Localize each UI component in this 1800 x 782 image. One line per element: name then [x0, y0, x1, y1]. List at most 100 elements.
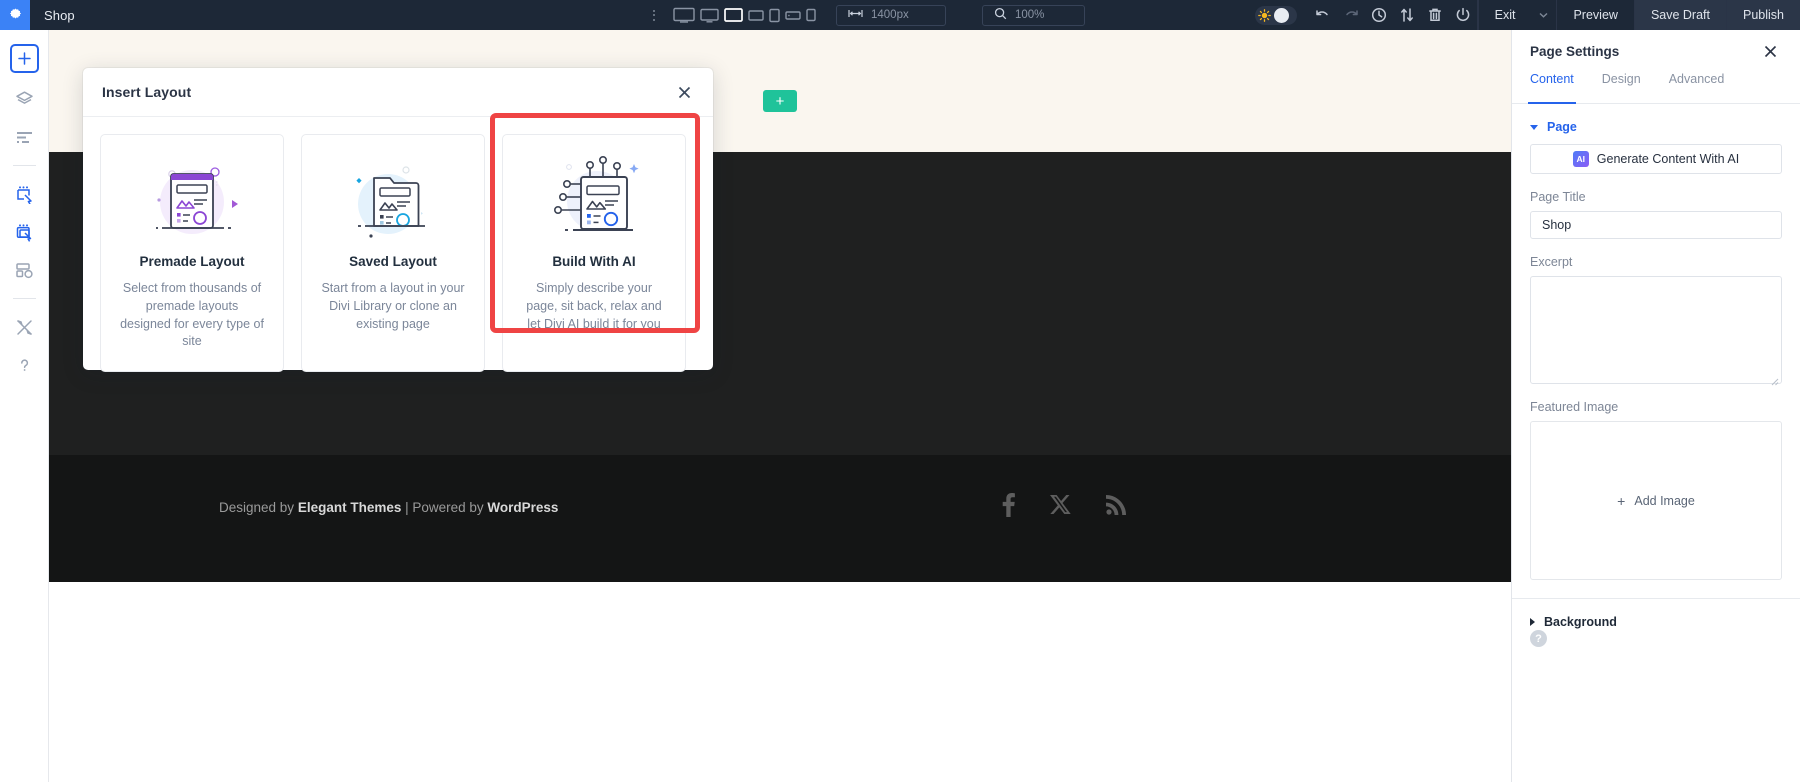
- footer-middle: | Powered by: [401, 500, 487, 515]
- featured-image-label: Featured Image: [1530, 400, 1782, 414]
- rail-item-add[interactable]: [10, 44, 39, 73]
- tab-content[interactable]: Content: [1530, 72, 1574, 103]
- divi-logo-button[interactable]: [0, 0, 30, 30]
- panel-title: Page Settings: [1530, 44, 1619, 59]
- search-icon: [994, 7, 1007, 23]
- x-twitter-icon[interactable]: [1050, 495, 1071, 521]
- light-dark-toggle[interactable]: [1255, 6, 1297, 25]
- panel-tabs: Content Design Advanced: [1512, 72, 1800, 104]
- option-title: Premade Layout: [113, 254, 271, 269]
- close-icon[interactable]: [1762, 43, 1778, 59]
- option-description: Start from a layout in your Divi Library…: [314, 280, 472, 333]
- modal-header: Insert Layout: [83, 68, 713, 117]
- excerpt-textarea[interactable]: [1530, 276, 1782, 384]
- viewport-width-value: 1400px: [871, 9, 909, 21]
- browser-window-purple-icon: [113, 153, 271, 248]
- publish-button[interactable]: Publish: [1726, 0, 1800, 30]
- zoom-value: 100%: [1015, 9, 1044, 21]
- option-description: Simply describe your page, sit back, rel…: [515, 280, 673, 333]
- add-image-label: Add Image: [1634, 494, 1694, 508]
- device-tablet[interactable]: [769, 2, 780, 28]
- footer-brand-wordpress[interactable]: WordPress: [487, 500, 558, 515]
- panel-content: AI Generate Content With AI Page Title S…: [1512, 144, 1800, 580]
- ai-badge-icon: AI: [1573, 151, 1589, 167]
- rail-divider-2: [13, 298, 36, 299]
- rail-item-layers[interactable]: [7, 82, 41, 116]
- rss-icon[interactable]: [1106, 495, 1126, 520]
- top-toolbar: Shop: [0, 0, 1800, 30]
- toggle-knob: [1274, 8, 1289, 23]
- device-laptop[interactable]: [724, 2, 743, 28]
- more-options-icon[interactable]: [645, 10, 663, 21]
- facebook-icon[interactable]: [1002, 493, 1015, 522]
- option-title: Build With AI: [515, 254, 673, 269]
- rail-item-wireframe[interactable]: [7, 253, 41, 287]
- redo-icon[interactable]: [1337, 0, 1365, 30]
- plus-icon: +: [1617, 493, 1625, 509]
- device-tablet-landscape[interactable]: [748, 2, 764, 28]
- exit-button[interactable]: Exit: [1478, 0, 1532, 30]
- section-page-toggle[interactable]: Page: [1512, 104, 1800, 144]
- sun-icon: [1257, 8, 1272, 23]
- device-phone[interactable]: [806, 2, 816, 28]
- power-icon[interactable]: [1449, 0, 1477, 30]
- close-icon[interactable]: [674, 82, 694, 102]
- device-desktop[interactable]: [700, 2, 719, 28]
- add-image-dropzone[interactable]: + Add Image: [1530, 421, 1782, 580]
- insert-layout-modal: Insert Layout: [83, 68, 713, 370]
- generate-content-with-ai-button[interactable]: AI Generate Content With AI: [1530, 144, 1782, 174]
- toolbar-right-group: Exit Preview Save Draft Publish: [1255, 0, 1800, 30]
- folder-blue-icon: [314, 153, 472, 248]
- chevron-down-icon: [1530, 125, 1538, 130]
- toolbar-center-group: 1400px 100%: [645, 2, 1085, 28]
- page-settings-panel: Page Settings Content Design Advanced Pa…: [1511, 30, 1800, 782]
- resize-grip-icon[interactable]: [1771, 373, 1779, 381]
- rail-item-select-element[interactable]: [7, 177, 41, 211]
- panel-header: Page Settings: [1512, 30, 1800, 72]
- rail-item-help[interactable]: [7, 348, 41, 382]
- zoom-field[interactable]: 100%: [982, 5, 1085, 26]
- rail-item-multiselect[interactable]: [7, 215, 41, 249]
- option-build-with-ai[interactable]: Build With AI Simply describe your page,…: [502, 134, 686, 372]
- option-premade-layout[interactable]: Premade Layout Select from thousands of …: [100, 134, 284, 372]
- footer-brand-elegant-themes[interactable]: Elegant Themes: [298, 500, 402, 515]
- trash-icon[interactable]: [1421, 0, 1449, 30]
- excerpt-field-label: Excerpt: [1530, 255, 1782, 269]
- exit-dropdown-button[interactable]: [1531, 0, 1556, 30]
- rail-divider-1: [13, 165, 36, 166]
- tab-advanced[interactable]: Advanced: [1669, 72, 1725, 103]
- footer-social-links: [1002, 493, 1126, 522]
- left-rail: [0, 30, 49, 782]
- section-page-label: Page: [1547, 120, 1577, 134]
- help-icon[interactable]: ?: [1530, 630, 1547, 647]
- width-arrows-icon: [848, 9, 863, 21]
- section-background-label: Background: [1544, 615, 1617, 629]
- option-saved-layout[interactable]: Saved Layout Start from a layout in your…: [301, 134, 485, 372]
- option-description: Select from thousands of premade layouts…: [113, 280, 271, 351]
- sort-icon[interactable]: [1393, 0, 1421, 30]
- device-preview-group: [673, 2, 816, 28]
- viewport-width-field[interactable]: 1400px: [836, 5, 946, 26]
- gear-icon: [8, 6, 23, 24]
- add-section-button[interactable]: +: [763, 90, 797, 112]
- layout-options: Premade Layout Select from thousands of …: [83, 117, 713, 372]
- footer-prefix: Designed by: [219, 500, 298, 515]
- history-icon[interactable]: [1365, 0, 1393, 30]
- modal-title: Insert Layout: [102, 84, 191, 100]
- undo-icon[interactable]: [1309, 0, 1337, 30]
- footer-credit: Designed by Elegant Themes | Powered by …: [219, 500, 558, 515]
- rail-item-list[interactable]: [7, 120, 41, 154]
- device-desktop-wide[interactable]: [673, 2, 695, 28]
- tab-design[interactable]: Design: [1602, 72, 1641, 103]
- save-draft-button[interactable]: Save Draft: [1634, 0, 1726, 30]
- page-title-field-label: Page Title: [1530, 190, 1782, 204]
- device-phone-landscape[interactable]: [785, 2, 801, 28]
- ai-circuit-icon: [515, 153, 673, 248]
- page-footer: Designed by Elegant Themes | Powered by …: [49, 455, 1511, 582]
- rail-item-tools[interactable]: [7, 310, 41, 344]
- chevron-right-icon: [1530, 618, 1535, 626]
- section-background-toggle[interactable]: Background: [1512, 599, 1800, 639]
- page-title-label: Shop: [44, 8, 75, 23]
- preview-button[interactable]: Preview: [1556, 0, 1633, 30]
- page-title-input[interactable]: Shop: [1530, 211, 1782, 239]
